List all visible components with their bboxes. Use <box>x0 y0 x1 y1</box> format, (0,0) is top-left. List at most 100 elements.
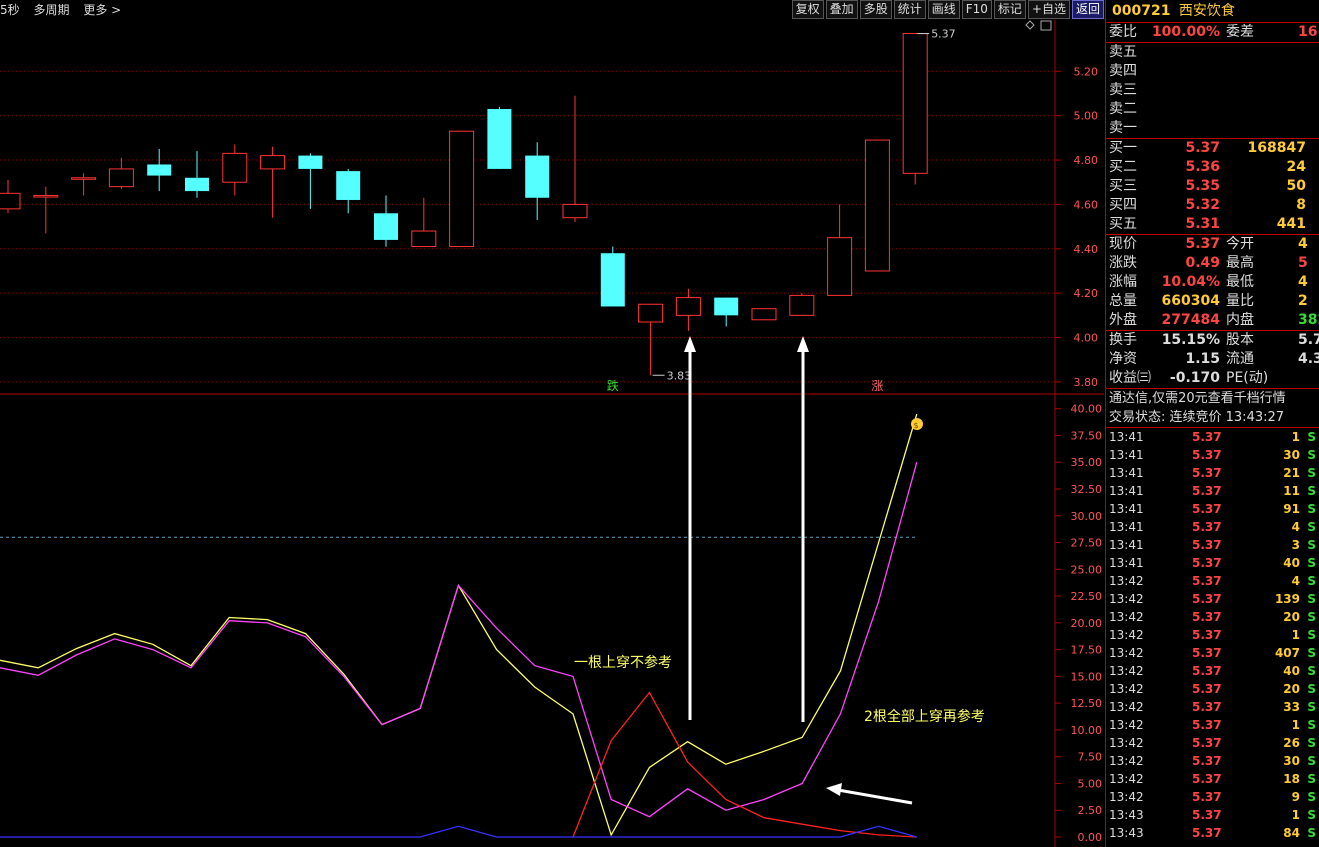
buy-volume: 50 <box>1286 178 1306 194</box>
tick-price: 5.37 <box>1192 826 1222 840</box>
tick-price: 5.37 <box>1192 538 1222 552</box>
stat-row: 净资 1.15 流通 4.30 <box>1106 350 1319 369</box>
stats-block-1: 现价 5.37 今开 4 涨跌 0.49 最高 5 涨幅 10.04% 最低 4 总量 660304 量比 2… <box>1106 235 1319 331</box>
candle <box>600 246 625 307</box>
indicator-tick-label: 20.00 <box>1071 617 1103 630</box>
candle <box>298 153 323 209</box>
stat-row: 涨跌 0.49 最高 5 <box>1106 254 1319 273</box>
stock-code: 000721 <box>1112 3 1171 19</box>
stat-row: 换手 15.15% 股本 5.74 <box>1106 331 1319 350</box>
tick-price: 5.37 <box>1192 484 1222 498</box>
candle <box>827 204 853 296</box>
candle-body <box>33 195 59 198</box>
arrow-3-shaft <box>837 788 913 805</box>
multi-period-button[interactable]: 多周期 <box>33 3 69 17</box>
arrow-2-head <box>797 336 809 352</box>
tick-direction: S <box>1307 520 1316 534</box>
stat-label-2: 最低 <box>1226 274 1254 290</box>
tick-price: 5.37 <box>1192 556 1222 570</box>
tick-time: 13:42 <box>1109 610 1144 624</box>
buy-book: 买一 5.37 168847 买二 5.36 24 买三 5.35 50 买四 5.32 8 买五 5.3… <box>1106 139 1319 235</box>
stat-label: 净资 <box>1109 351 1137 367</box>
tick-row: 13:43 5.37 1 S <box>1106 806 1319 824</box>
tick-row: 13:42 5.37 9 S <box>1106 788 1319 806</box>
tick-list[interactable]: 13:41 5.37 1 S 13:41 5.37 30 S 13:41 5.37 21 S 13:41… <box>1106 428 1319 842</box>
tick-row: 13:42 5.37 4 S <box>1106 572 1319 590</box>
candle <box>675 288 701 331</box>
corner-icons <box>1025 20 1052 31</box>
tick-volume: 3 <box>1291 538 1300 552</box>
arrow-3-head <box>826 783 842 796</box>
upgrade-notice[interactable]: 通达信,仅需20元查看千档行情 <box>1106 389 1319 408</box>
stat-value: 10.04% <box>1161 274 1220 290</box>
tick-volume: 40 <box>1283 664 1300 678</box>
candle <box>336 168 361 214</box>
window-icon[interactable] <box>1040 20 1052 31</box>
add-watchlist-button[interactable]: +自选 <box>1027 0 1070 19</box>
stock-name: 西安饮食 <box>1178 3 1235 19</box>
buy-price: 5.36 <box>1185 159 1220 175</box>
sell-level-label: 卖二 <box>1109 101 1137 117</box>
candle-body <box>0 192 21 210</box>
candle-body <box>411 230 437 248</box>
indicator-tick-label: 25.00 <box>1071 563 1103 576</box>
candle <box>222 144 248 196</box>
tick-direction: S <box>1307 610 1316 624</box>
tick-time: 13:42 <box>1109 664 1144 678</box>
tick-price: 5.37 <box>1192 628 1222 642</box>
fuquan-button[interactable]: 复权 <box>791 0 824 19</box>
overlay-button[interactable]: 叠加 <box>825 0 858 19</box>
tick-direction: S <box>1307 646 1316 660</box>
note-two-cross: 2根全部上穿再参考 <box>864 708 985 725</box>
indicator-series-1 <box>0 413 918 837</box>
f10-button[interactable]: F10 <box>961 0 992 19</box>
back-button[interactable]: 返回 <box>1071 0 1104 19</box>
tick-volume: 9 <box>1291 790 1300 804</box>
buy-price: 5.32 <box>1185 197 1220 213</box>
price-label: 3.83 <box>667 369 692 382</box>
buy-level-label: 买一 <box>1109 140 1137 156</box>
period-button[interactable]: 5秒 <box>0 3 20 17</box>
candle-body <box>147 164 172 176</box>
arrow-1-head <box>684 336 696 352</box>
tick-price: 5.37 <box>1192 736 1222 750</box>
tick-direction: S <box>1307 466 1316 480</box>
tick-direction: S <box>1307 826 1316 840</box>
diamond-icon[interactable] <box>1025 20 1035 30</box>
buy-row: 买三 5.35 50 <box>1106 177 1319 196</box>
tick-volume: 33 <box>1283 700 1300 714</box>
stats-button[interactable]: 统计 <box>893 0 926 19</box>
buy-row: 买四 5.32 8 <box>1106 196 1319 215</box>
tick-volume: 18 <box>1283 772 1300 786</box>
tick-time: 13:42 <box>1109 592 1144 606</box>
candle-body <box>827 237 853 296</box>
multi-stock-button[interactable]: 多股 <box>859 0 892 19</box>
tick-row: 13:42 5.37 40 S <box>1106 662 1319 680</box>
indicator-tick-label: 30.00 <box>1071 510 1103 523</box>
kline-tick-label: 4.60 <box>1074 198 1099 211</box>
draw-line-button[interactable]: 画线 <box>927 0 960 19</box>
stat-value-2: 4.30 <box>1298 351 1319 367</box>
tick-direction: S <box>1307 592 1316 606</box>
candle-body <box>714 297 739 316</box>
more-button[interactable]: 更多 > <box>83 3 121 17</box>
candle-body <box>638 303 664 323</box>
stat-label-2: 今开 <box>1226 236 1254 252</box>
tick-row: 13:41 5.37 1 S <box>1106 428 1319 446</box>
indicator-series-4 <box>0 825 917 838</box>
tick-row: 13:41 5.37 40 S <box>1106 554 1319 572</box>
tick-price: 5.37 <box>1192 574 1222 588</box>
tick-time: 13:41 <box>1109 520 1144 534</box>
indicator-tick-label: 32.50 <box>1071 483 1103 496</box>
candle-body <box>902 33 928 174</box>
note-one-cross: 一根上穿不参考 <box>574 654 672 671</box>
mark-button[interactable]: 标记 <box>993 0 1026 19</box>
tick-price: 5.37 <box>1192 466 1222 480</box>
sell-row: 卖五 <box>1106 43 1319 62</box>
chart-canvas[interactable]: 3.80 4.00 4.20 4.40 4.60 4.80 5.00 5.20 5.37 3.8… <box>0 20 1104 847</box>
candle <box>71 173 97 196</box>
candle <box>185 151 209 198</box>
tick-row: 13:41 5.37 11 S <box>1106 482 1319 500</box>
tick-time: 13:43 <box>1109 826 1144 840</box>
tick-price: 5.37 <box>1192 430 1222 444</box>
